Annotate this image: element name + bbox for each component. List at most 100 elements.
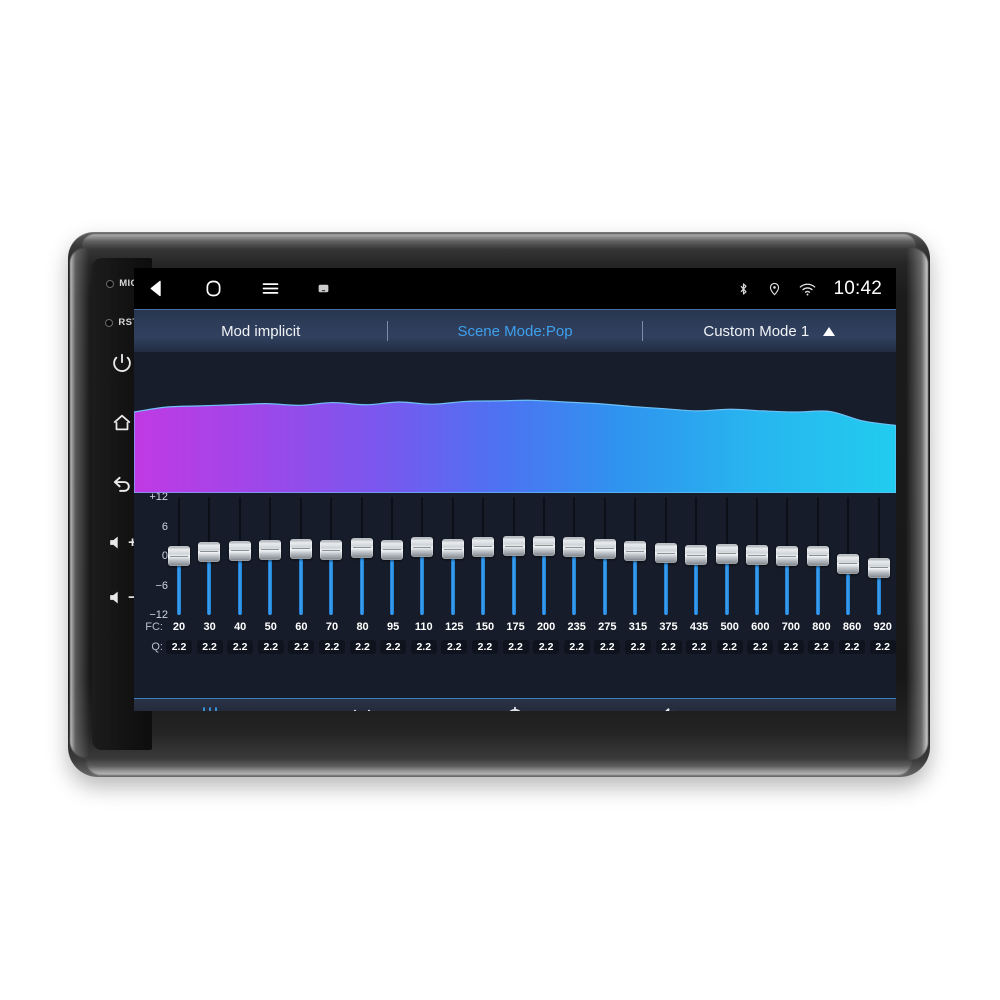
q-value[interactable]: 2.2 xyxy=(288,640,315,654)
eq-band-slider[interactable] xyxy=(288,497,314,615)
eq-band-slider[interactable] xyxy=(835,497,861,615)
q-value[interactable]: 2.2 xyxy=(869,640,896,654)
eq-band-slider[interactable] xyxy=(257,497,283,615)
q-value[interactable]: 2.2 xyxy=(594,640,621,654)
q-value[interactable]: 2.2 xyxy=(655,640,682,654)
tab-sunet-ambiental[interactable]: Sunet ambiental xyxy=(287,699,439,711)
slider-knob[interactable] xyxy=(715,543,738,564)
eq-response-curve xyxy=(134,352,896,493)
slider-knob[interactable] xyxy=(411,537,434,558)
q-value[interactable]: 2.2 xyxy=(410,640,437,654)
touch-screen: 10:42 Mod implicit Scene Mode:Pop Custom… xyxy=(134,268,896,711)
eq-band-slider[interactable] xyxy=(196,497,222,615)
mode-selector-bar: Mod implicit Scene Mode:Pop Custom Mode … xyxy=(134,309,896,352)
slider-knob[interactable] xyxy=(563,537,586,558)
eq-band-slider[interactable] xyxy=(622,497,648,615)
slider-knob[interactable] xyxy=(259,539,282,560)
q-value[interactable]: 2.2 xyxy=(166,640,192,654)
eq-band-slider[interactable] xyxy=(501,497,527,615)
slider-knob[interactable] xyxy=(168,546,190,566)
eq-band-slider[interactable] xyxy=(653,497,679,615)
slider-knob[interactable] xyxy=(380,539,403,560)
eq-band-slider[interactable] xyxy=(714,497,740,615)
eq-band-slider[interactable] xyxy=(349,497,375,615)
eq-band-slider[interactable] xyxy=(318,497,344,615)
slider-knob[interactable] xyxy=(320,540,343,561)
q-value[interactable]: 2.2 xyxy=(196,640,223,654)
slider-knob[interactable] xyxy=(593,538,616,559)
slider-rail-upper xyxy=(299,497,302,540)
slider-knob[interactable] xyxy=(624,541,647,562)
slider-knob[interactable] xyxy=(441,539,464,560)
slider-knob[interactable] xyxy=(228,540,251,561)
q-value[interactable]: 2.2 xyxy=(471,640,498,654)
slider-knob[interactable] xyxy=(685,545,708,566)
eq-band-slider[interactable] xyxy=(866,497,892,615)
tab-zona[interactable]: ZONA xyxy=(439,699,591,711)
slider-knob[interactable] xyxy=(502,536,525,557)
slider-knob[interactable] xyxy=(472,536,495,557)
device-bottom-edge xyxy=(86,757,912,775)
wifi-icon xyxy=(798,280,817,298)
q-value[interactable]: 2.2 xyxy=(502,640,529,654)
screenshot-icon[interactable] xyxy=(317,282,330,295)
q-value[interactable]: 2.2 xyxy=(624,640,651,654)
q-value[interactable]: 2.2 xyxy=(839,640,866,654)
reset-pinhole-icon xyxy=(105,318,114,327)
slider-knob[interactable] xyxy=(746,545,769,566)
tab-eq[interactable]: EQ xyxy=(134,699,286,711)
slider-knob[interactable] xyxy=(654,543,677,564)
slider-knob[interactable] xyxy=(806,545,829,566)
slider-rail-upper xyxy=(330,497,333,542)
q-value[interactable]: 2.2 xyxy=(716,640,743,654)
eq-band-slider[interactable] xyxy=(409,497,435,615)
q-value[interactable]: 2.2 xyxy=(808,640,835,654)
home-icon[interactable] xyxy=(203,278,224,299)
eq-band-slider[interactable] xyxy=(592,497,618,615)
slider-knob[interactable] xyxy=(533,535,556,556)
q-value[interactable]: 2.2 xyxy=(227,640,254,654)
tab-sound[interactable]: Sound xyxy=(592,699,744,711)
slider-knob[interactable] xyxy=(198,541,221,562)
slider-rail-lower xyxy=(420,556,425,615)
navigation-bar xyxy=(146,278,330,299)
eq-band-slider[interactable] xyxy=(774,497,800,615)
q-value[interactable]: 2.2 xyxy=(441,640,468,654)
slider-rail-lower xyxy=(450,558,455,615)
tab-filtru-de-bas[interactable]: Filtru de bas xyxy=(744,699,896,711)
eq-band-slider[interactable] xyxy=(379,497,405,615)
q-value[interactable]: 2.2 xyxy=(563,640,590,654)
slider-knob[interactable] xyxy=(867,557,890,578)
slider-knob[interactable] xyxy=(289,538,312,559)
back-icon[interactable] xyxy=(146,278,167,299)
menu-icon[interactable] xyxy=(260,278,281,299)
fc-values: 20 30 40 50 60 70 80 95 110 125 150 175 200 235 275 315… xyxy=(166,621,896,633)
q-value[interactable]: 2.2 xyxy=(349,640,376,654)
q-value[interactable]: 2.2 xyxy=(380,640,407,654)
q-value[interactable]: 2.2 xyxy=(686,640,713,654)
q-value[interactable]: 2.2 xyxy=(318,640,345,654)
q-value[interactable]: 2.2 xyxy=(533,640,560,654)
q-value[interactable]: 2.2 xyxy=(747,640,774,654)
eq-band-slider[interactable] xyxy=(470,497,496,615)
slider-knob[interactable] xyxy=(837,553,860,574)
eq-band-slider[interactable] xyxy=(744,497,770,615)
eq-band-slider[interactable] xyxy=(805,497,831,615)
eq-band-slider[interactable] xyxy=(440,497,466,615)
eq-band-slider[interactable] xyxy=(227,497,253,615)
eq-band-slider[interactable] xyxy=(531,497,557,615)
fc-value: 60 xyxy=(295,621,308,633)
q-value[interactable]: 2.2 xyxy=(257,640,284,654)
custom-mode-button[interactable]: Custom Mode 1 xyxy=(643,323,896,340)
q-value[interactable]: 2.2 xyxy=(777,640,804,654)
status-clock: 10:42 xyxy=(833,277,882,299)
slider-knob[interactable] xyxy=(776,546,799,566)
slider-knob[interactable] xyxy=(350,537,373,558)
mode-default-button[interactable]: Mod implicit xyxy=(134,323,387,340)
fc-value: 110 xyxy=(414,621,433,633)
eq-band-slider[interactable] xyxy=(166,497,192,615)
scene-mode-button[interactable]: Scene Mode:Pop xyxy=(388,323,641,340)
eq-band-slider[interactable] xyxy=(683,497,709,615)
eq-band-slider[interactable] xyxy=(561,497,587,615)
chevron-up-icon[interactable] xyxy=(823,326,836,336)
